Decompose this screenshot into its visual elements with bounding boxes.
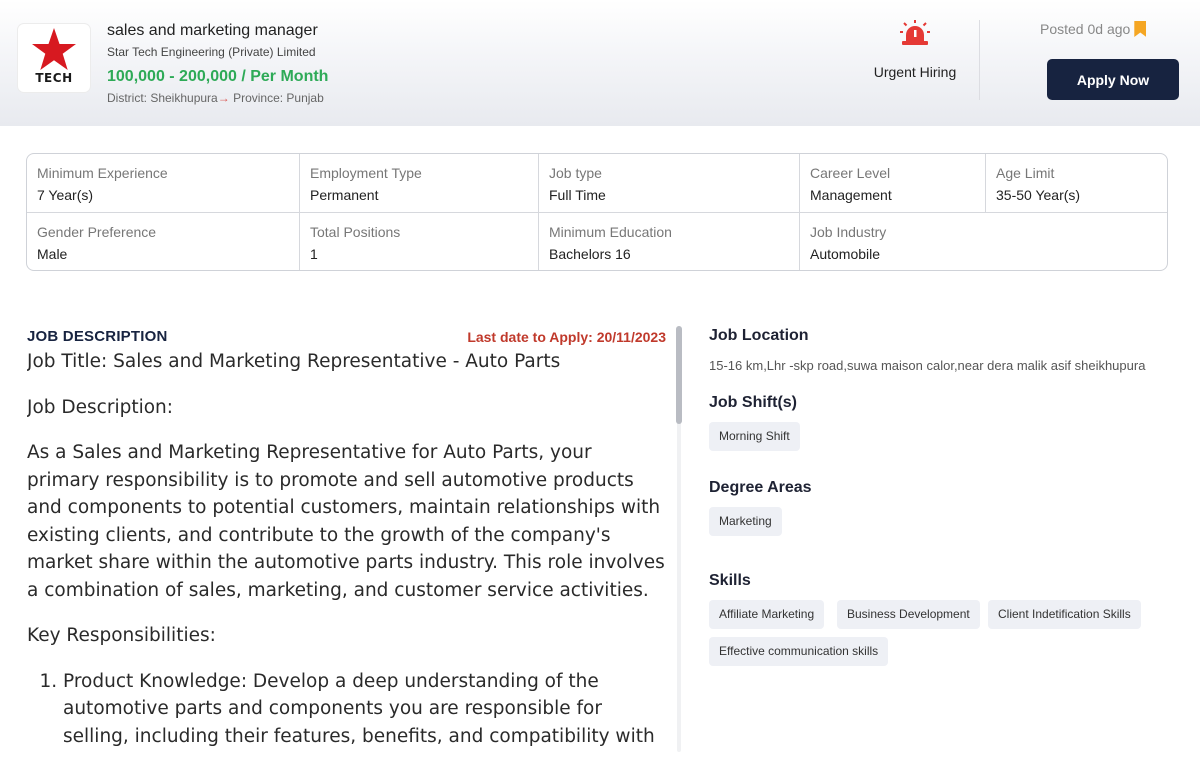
detail-value: Bachelors 16 [549, 246, 631, 262]
detail-key: Total Positions [310, 224, 401, 240]
job-description-body[interactable]: Job Title: Sales and Marketing Represent… [27, 348, 667, 758]
bookmark-icon[interactable] [1134, 21, 1147, 37]
detail-value: Male [37, 246, 68, 262]
skill-tag: Affiliate Marketing [709, 600, 825, 629]
skill-tag: Business Development [837, 600, 980, 629]
logo-text: TECH [35, 71, 73, 85]
description-scrollbar-thumb[interactable] [676, 326, 682, 424]
description-job-title: Job Title: Sales and Marketing Represent… [27, 351, 561, 372]
responsibilities-label: Key Responsibilities: [27, 625, 216, 646]
detail-cell: Job type Full Time [539, 154, 799, 212]
shift-tag: Morning Shift [709, 422, 800, 451]
detail-key: Job type [549, 165, 602, 181]
skills-heading: Skills [709, 572, 751, 589]
detail-cell: Age Limit 35-50 Year(s) [986, 154, 1167, 212]
job-shift-heading: Job Shift(s) [709, 394, 797, 411]
detail-cell: Minimum Education Bachelors 16 [539, 213, 799, 270]
row-divider [27, 212, 1167, 213]
detail-value: Management [810, 187, 892, 203]
col-divider [985, 154, 986, 212]
apply-now-button[interactable]: Apply Now [1047, 59, 1179, 100]
detail-key: Minimum Experience [37, 165, 168, 181]
detail-key: Gender Preference [37, 224, 157, 240]
job-location-heading: Job Location [709, 327, 809, 344]
posted-date: Posted 0d ago [1040, 21, 1147, 37]
detail-cell: Employment Type Permanent [300, 154, 538, 212]
detail-key: Job Industry [810, 224, 887, 240]
detail-value: 1 [310, 246, 318, 262]
province: Province: Punjab [233, 91, 324, 105]
detail-cell: Career Level Management [800, 154, 985, 212]
company-logo[interactable]: TECH [18, 24, 90, 92]
detail-cell: Gender Preference Male [27, 213, 299, 270]
detail-value: 7 Year(s) [37, 187, 94, 203]
job-header: TECH sales and marketing manager Star Te… [0, 0, 1200, 126]
col-divider [299, 154, 300, 270]
detail-key: Career Level [810, 165, 891, 181]
detail-cell: Total Positions 1 [300, 213, 538, 270]
job-location-text: 15-16 km,Lhr -skp road,suwa maison calor… [709, 358, 1146, 373]
job-location-summary: District: Sheikhupura→ Province: Punjab [107, 91, 324, 105]
degree-tag: Marketing [709, 507, 782, 536]
skill-tag: Client Indetification Skills [988, 600, 1141, 629]
description-label: Job Description: [27, 396, 173, 418]
col-divider [538, 154, 539, 270]
col-divider [799, 154, 800, 270]
detail-value: Permanent [310, 187, 379, 203]
detail-value: Full Time [549, 187, 606, 203]
detail-cell: Job Industry Automobile [800, 213, 1167, 270]
urgent-hiring-label: Urgent Hiring [873, 64, 957, 80]
job-title[interactable]: sales and marketing manager [107, 22, 318, 40]
salary: 100,000 - 200,000 / Per Month [107, 68, 329, 85]
header-divider [979, 20, 980, 100]
skill-tag: Effective communication skills [709, 637, 889, 666]
job-description-heading: JOB DESCRIPTION [27, 328, 168, 345]
district: District: Sheikhupura [107, 91, 218, 105]
detail-value: Automobile [810, 246, 881, 262]
description-paragraph: As a Sales and Marketing Representative … [27, 442, 665, 601]
posted-label: Posted 0d ago [1040, 21, 1131, 37]
detail-key: Age Limit [996, 165, 1055, 181]
arrow-right-icon: → [217, 91, 230, 105]
degree-areas-heading: Degree Areas [709, 479, 812, 496]
detail-cell: Minimum Experience 7 Year(s) [27, 154, 299, 212]
company-name[interactable]: Star Tech Engineering (Private) Limited [107, 45, 316, 59]
list-item: Product Knowledge: Develop a deep unders… [63, 668, 667, 751]
siren-icon [900, 20, 930, 45]
last-date-to-apply: Last date to Apply: 20/11/2023 [467, 329, 666, 345]
detail-value: 35-50 Year(s) [996, 187, 1081, 203]
detail-key: Employment Type [310, 165, 422, 181]
responsibilities-list: Product Knowledge: Develop a deep unders… [27, 668, 667, 751]
detail-key: Minimum Education [549, 224, 672, 240]
job-details-table: Minimum Experience 7 Year(s) Employment … [26, 153, 1168, 271]
